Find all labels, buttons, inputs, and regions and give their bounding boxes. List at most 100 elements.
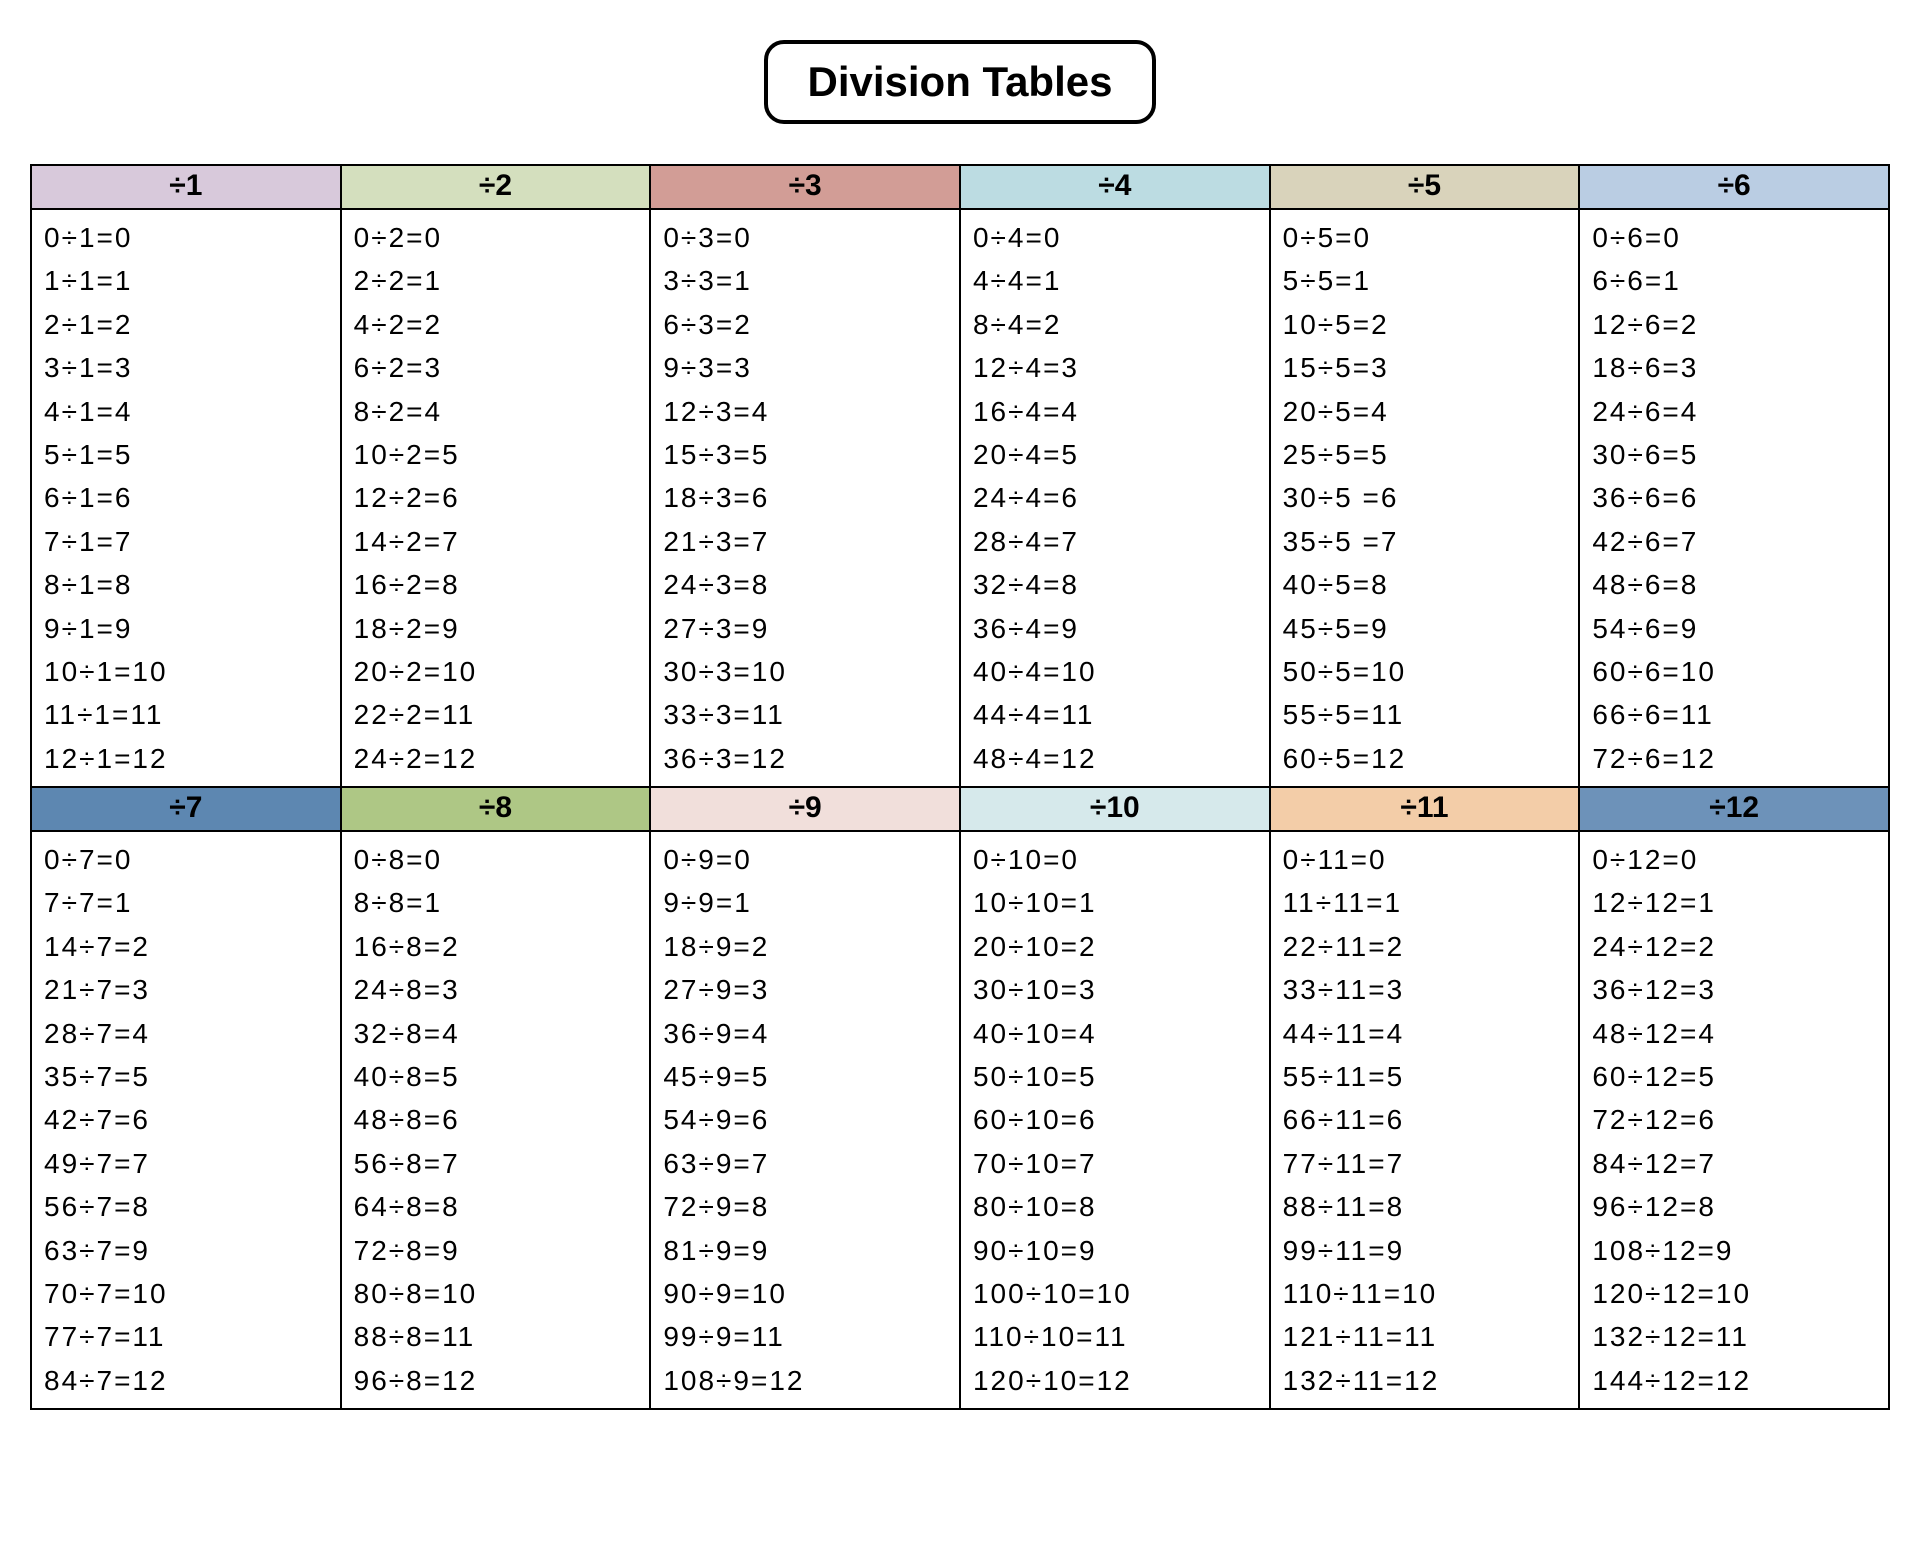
equation-row: 120÷12=10: [1592, 1272, 1888, 1315]
equation-row: 10÷10=1: [973, 881, 1269, 924]
page-title: Division Tables: [764, 40, 1157, 124]
equation-row: 8÷1=8: [44, 563, 340, 606]
equation-row: 2÷2=1: [354, 259, 650, 302]
equation-row: 12÷4=3: [973, 346, 1269, 389]
equation-row: 63÷9=7: [663, 1142, 959, 1185]
equation-row: 48÷4=12: [973, 737, 1269, 780]
equation-row: 42÷7=6: [44, 1098, 340, 1141]
equation-row: 45÷5=9: [1283, 607, 1579, 650]
equation-row: 96÷12=8: [1592, 1185, 1888, 1228]
equation-row: 20÷5=4: [1283, 390, 1579, 433]
column-body-div-11: 0÷11=011÷11=122÷11=233÷11=344÷11=455÷11=…: [1271, 832, 1581, 1410]
column-body-div-5: 0÷5=05÷5=110÷5=215÷5=320÷5=425÷5=530÷5 =…: [1271, 210, 1581, 788]
equation-row: 6÷1=6: [44, 476, 340, 519]
equation-row: 54÷6=9: [1592, 607, 1888, 650]
column-body-div-8: 0÷8=08÷8=116÷8=224÷8=332÷8=440÷8=548÷8=6…: [342, 832, 652, 1410]
equation-row: 56÷7=8: [44, 1185, 340, 1228]
equation-row: 0÷9=0: [663, 838, 959, 881]
column-header-div-8: ÷8: [342, 788, 652, 832]
equation-row: 6÷6=1: [1592, 259, 1888, 302]
equation-row: 110÷11=10: [1283, 1272, 1579, 1315]
equation-row: 4÷1=4: [44, 390, 340, 433]
equation-row: 0÷10=0: [973, 838, 1269, 881]
equation-row: 24÷6=4: [1592, 390, 1888, 433]
equation-row: 80÷8=10: [354, 1272, 650, 1315]
equation-row: 48÷12=4: [1592, 1012, 1888, 1055]
equation-row: 40÷8=5: [354, 1055, 650, 1098]
equation-row: 24÷3=8: [663, 563, 959, 606]
equation-row: 110÷10=11: [973, 1315, 1269, 1358]
equation-row: 60÷6=10: [1592, 650, 1888, 693]
equation-row: 10÷1=10: [44, 650, 340, 693]
column-header-div-6: ÷6: [1580, 166, 1890, 210]
column-body-div-10: 0÷10=010÷10=120÷10=230÷10=340÷10=450÷10=…: [961, 832, 1271, 1410]
equation-row: 44÷4=11: [973, 693, 1269, 736]
equation-row: 0÷6=0: [1592, 216, 1888, 259]
column-body-div-4: 0÷4=04÷4=18÷4=212÷4=316÷4=420÷4=524÷4=62…: [961, 210, 1271, 788]
equation-row: 33÷3=11: [663, 693, 959, 736]
equation-row: 11÷11=1: [1283, 881, 1579, 924]
column-header-div-1: ÷1: [32, 166, 342, 210]
equation-row: 12÷1=12: [44, 737, 340, 780]
equation-row: 40÷10=4: [973, 1012, 1269, 1055]
equation-row: 88÷11=8: [1283, 1185, 1579, 1228]
equation-row: 2÷1=2: [44, 303, 340, 346]
equation-row: 24÷2=12: [354, 737, 650, 780]
equation-row: 72÷6=12: [1592, 737, 1888, 780]
column-header-div-11: ÷11: [1271, 788, 1581, 832]
equation-row: 15÷3=5: [663, 433, 959, 476]
equation-row: 30÷3=10: [663, 650, 959, 693]
equation-row: 1÷1=1: [44, 259, 340, 302]
equation-row: 22÷11=2: [1283, 925, 1579, 968]
equation-row: 77÷11=7: [1283, 1142, 1579, 1185]
equation-row: 28÷4=7: [973, 520, 1269, 563]
equation-row: 45÷9=5: [663, 1055, 959, 1098]
equation-row: 54÷9=6: [663, 1098, 959, 1141]
equation-row: 0÷4=0: [973, 216, 1269, 259]
equation-row: 0÷7=0: [44, 838, 340, 881]
equation-row: 72÷12=6: [1592, 1098, 1888, 1141]
equation-row: 108÷9=12: [663, 1359, 959, 1402]
equation-row: 5÷5=1: [1283, 259, 1579, 302]
equation-row: 21÷7=3: [44, 968, 340, 1011]
equation-row: 77÷7=11: [44, 1315, 340, 1358]
equation-row: 55÷5=11: [1283, 693, 1579, 736]
column-header-div-9: ÷9: [651, 788, 961, 832]
equation-row: 72÷9=8: [663, 1185, 959, 1228]
equation-row: 99÷9=11: [663, 1315, 959, 1358]
equation-row: 48÷8=6: [354, 1098, 650, 1141]
equation-row: 70÷7=10: [44, 1272, 340, 1315]
equation-row: 81÷9=9: [663, 1229, 959, 1272]
equation-row: 14÷2=7: [354, 520, 650, 563]
equation-row: 14÷7=2: [44, 925, 340, 968]
equation-row: 36÷4=9: [973, 607, 1269, 650]
equation-row: 0÷5=0: [1283, 216, 1579, 259]
column-body-div-3: 0÷3=03÷3=16÷3=29÷3=312÷3=415÷3=518÷3=621…: [651, 210, 961, 788]
equation-row: 36÷12=3: [1592, 968, 1888, 1011]
equation-row: 70÷10=7: [973, 1142, 1269, 1185]
column-body-div-9: 0÷9=09÷9=118÷9=227÷9=336÷9=445÷9=554÷9=6…: [651, 832, 961, 1410]
equation-row: 20÷4=5: [973, 433, 1269, 476]
equation-row: 18÷6=3: [1592, 346, 1888, 389]
equation-row: 120÷10=12: [973, 1359, 1269, 1402]
equation-row: 9÷1=9: [44, 607, 340, 650]
equation-row: 40÷5=8: [1283, 563, 1579, 606]
equation-row: 30÷6=5: [1592, 433, 1888, 476]
equation-row: 10÷2=5: [354, 433, 650, 476]
equation-row: 9÷3=3: [663, 346, 959, 389]
equation-row: 56÷8=7: [354, 1142, 650, 1185]
equation-row: 108÷12=9: [1592, 1229, 1888, 1272]
equation-row: 64÷8=8: [354, 1185, 650, 1228]
equation-row: 49÷7=7: [44, 1142, 340, 1185]
equation-row: 30÷10=3: [973, 968, 1269, 1011]
column-header-div-12: ÷12: [1580, 788, 1890, 832]
equation-row: 84÷12=7: [1592, 1142, 1888, 1185]
equation-row: 30÷5 =6: [1283, 476, 1579, 519]
equation-row: 15÷5=3: [1283, 346, 1579, 389]
column-header-div-7: ÷7: [32, 788, 342, 832]
equation-row: 24÷8=3: [354, 968, 650, 1011]
equation-row: 28÷7=4: [44, 1012, 340, 1055]
column-body-div-6: 0÷6=06÷6=112÷6=218÷6=324÷6=430÷6=536÷6=6…: [1580, 210, 1890, 788]
equation-row: 16÷8=2: [354, 925, 650, 968]
equation-row: 3÷1=3: [44, 346, 340, 389]
